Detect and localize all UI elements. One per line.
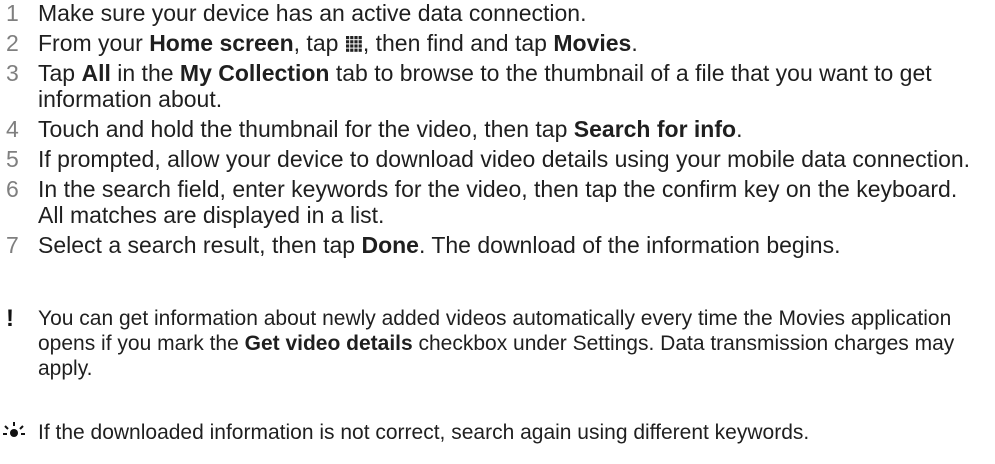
- text-run: In the search field, enter keywords for …: [38, 176, 958, 228]
- step-number: 5: [6, 146, 19, 172]
- note-text: You can get information about newly adde…: [38, 306, 995, 381]
- step-item: 7 Select a search result, then tap Done. …: [0, 232, 995, 258]
- step-number: 6: [6, 176, 19, 202]
- step-text: Touch and hold the thumbnail for the vid…: [38, 116, 995, 142]
- text-run: in the: [110, 60, 180, 86]
- step-number: 1: [6, 0, 19, 26]
- step-text: If prompted, allow your device to downlo…: [38, 146, 995, 172]
- bold-term: My Collection: [179, 60, 330, 86]
- lightbulb-icon: [0, 420, 38, 450]
- tip-text: If the downloaded information is not cor…: [38, 421, 810, 444]
- exclamation-icon: !: [6, 305, 14, 332]
- step-text: Make sure your device has an active data…: [38, 0, 995, 26]
- bold-term: Done: [361, 232, 419, 258]
- text-run: Touch and hold the thumbnail for the vid…: [38, 116, 574, 142]
- step-text: In the search field, enter keywords for …: [38, 176, 995, 228]
- text-run: Select a search result, then tap: [38, 232, 362, 258]
- tip-block: If the downloaded information is not cor…: [0, 420, 995, 450]
- note-block: ! You can get information about newly ad…: [0, 306, 995, 381]
- text-run: . The download of the information begins…: [418, 232, 841, 258]
- step-number: 3: [6, 60, 19, 86]
- step-number: 7: [6, 232, 19, 258]
- bold-term: Search for info: [573, 116, 737, 142]
- step-item: 6 In the search field, enter keywords for…: [0, 176, 995, 228]
- bold-term: Home screen: [149, 30, 294, 56]
- bold-term: All: [81, 60, 111, 86]
- text-run: If prompted, allow your device to downlo…: [38, 146, 971, 172]
- step-item: 1 Make sure your device has an active dat…: [0, 0, 995, 26]
- step-item: 2 From your Home screen, tap , then find …: [0, 30, 995, 56]
- step-text: From your Home screen, tap , then find a…: [38, 30, 995, 56]
- text-run: Tap: [38, 60, 82, 86]
- step-text: Tap All in the My Collection tab to brow…: [38, 60, 995, 112]
- apps-grid-icon: [345, 36, 362, 52]
- step-item: 3 Tap All in the My Collection tab to bro…: [0, 60, 995, 112]
- text-run: .: [736, 116, 743, 142]
- bold-term: Movies: [553, 30, 632, 56]
- step-item: 4 Touch and hold the thumbnail for the vi…: [0, 116, 995, 142]
- bold-term: Get video details: [244, 332, 413, 355]
- step-number: 2: [6, 30, 19, 56]
- text-run: .: [631, 30, 638, 56]
- text-run: , then find and tap: [362, 30, 554, 56]
- step-text: Select a search result, then tap Done. T…: [38, 232, 995, 258]
- step-item: 5 If prompted, allow your device to downl…: [0, 146, 995, 172]
- steps-list: 1 Make sure your device has an active dat…: [0, 0, 995, 262]
- text-run: , tap: [293, 30, 345, 56]
- text-run: From your: [38, 30, 150, 56]
- text-run: Make sure your device has an active data…: [38, 0, 587, 26]
- step-number: 4: [6, 116, 19, 142]
